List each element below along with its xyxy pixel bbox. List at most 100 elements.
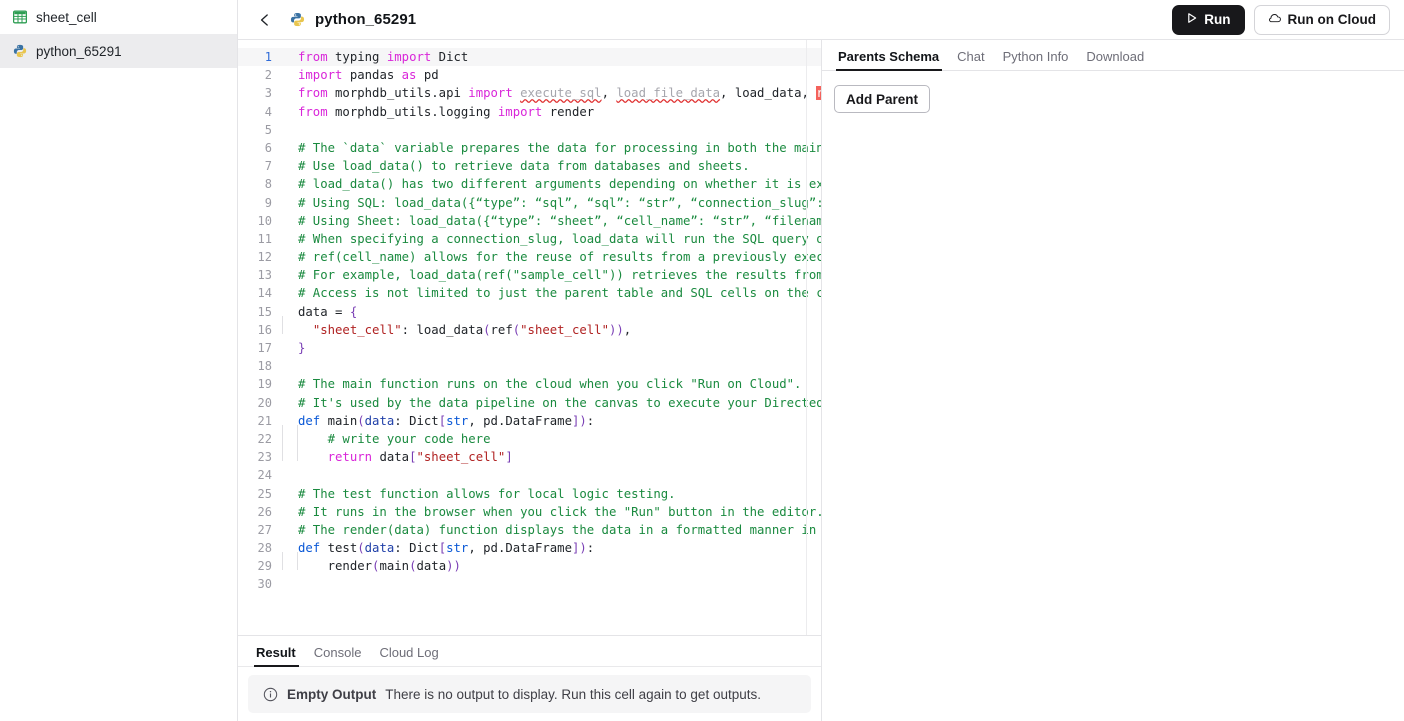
code-token: # It's used by the data pipeline on the … bbox=[298, 395, 821, 410]
sidebar: sheet_cell python_65291 bbox=[0, 0, 238, 721]
line-number: 22 bbox=[257, 431, 272, 446]
code-text: # It's used by the data pipeline on the … bbox=[282, 394, 821, 412]
line-number: 13 bbox=[257, 268, 272, 283]
code-line[interactable]: 1 from typing import Dict bbox=[238, 48, 821, 67]
code-token: # The main function runs on the cloud wh… bbox=[298, 377, 802, 392]
code-token: main bbox=[327, 413, 358, 428]
page-title: python_65291 bbox=[315, 11, 417, 28]
code-line[interactable]: 20 # It's used by the data pipeline on th… bbox=[238, 394, 821, 412]
code-line[interactable]: 21 def main(data: Dict[str, pd.DataFrame]… bbox=[238, 412, 821, 430]
code-text: # write your code here bbox=[282, 424, 821, 448]
run-on-cloud-button[interactable]: Run on Cloud bbox=[1253, 4, 1390, 35]
code-token: ( bbox=[357, 413, 365, 428]
code-editor[interactable]: 1 from typing import Dict 2 import pandas a… bbox=[238, 40, 821, 635]
code-line[interactable]: 7 # Use load_data() to retrieve data from… bbox=[238, 157, 821, 175]
code-token: # It runs in the browser when you click … bbox=[298, 504, 821, 519]
line-number: 26 bbox=[257, 504, 272, 519]
code-token: [ bbox=[438, 413, 447, 428]
sidebar-item-label: python_65291 bbox=[36, 43, 122, 59]
code-token: as bbox=[401, 68, 417, 83]
code-line[interactable]: 27 # The render(data) function displays t… bbox=[238, 521, 821, 539]
line-number: 19 bbox=[257, 377, 272, 392]
code-line[interactable]: 9 # Using SQL: load_data({“type”: “sql”, … bbox=[238, 194, 821, 212]
run-button[interactable]: Run bbox=[1172, 4, 1245, 35]
code-line[interactable]: 6 # The `data` variable prepares the data… bbox=[238, 139, 821, 157]
tab-result[interactable]: Result bbox=[252, 646, 305, 667]
line-number: 12 bbox=[257, 250, 272, 265]
code-line[interactable]: 3 from morphdb_utils.api import execute_s… bbox=[238, 84, 821, 102]
code-line[interactable]: 10 # Using Sheet: load_data({“type”: “she… bbox=[238, 212, 821, 230]
code-line[interactable]: 17} bbox=[238, 339, 821, 357]
code-token: ( bbox=[357, 541, 365, 556]
code-token: ) bbox=[579, 541, 587, 556]
code-line[interactable]: 4 from morphdb_utils.logging import rende… bbox=[238, 103, 821, 121]
line-number: 1 bbox=[264, 50, 272, 64]
code-line[interactable]: 5 bbox=[238, 121, 821, 139]
sidebar-item-sheet-cell[interactable]: sheet_cell bbox=[0, 0, 237, 34]
code-line[interactable]: 25 # The test function allows for local l… bbox=[238, 485, 821, 503]
code-token: # Use load_data() to retrieve data from … bbox=[298, 159, 750, 174]
code-token: execute_sql bbox=[520, 86, 602, 101]
sidebar-item-label: sheet_cell bbox=[36, 9, 97, 25]
code-token: def bbox=[298, 541, 321, 556]
code-line[interactable]: 30 bbox=[238, 575, 821, 593]
code-line[interactable]: 15 data = { bbox=[238, 303, 821, 321]
add-parent-button[interactable]: Add Parent bbox=[834, 85, 931, 113]
tab-parents-schema[interactable]: Parents Schema bbox=[834, 50, 948, 71]
code-token: # When specifying a connection_slug, loa… bbox=[298, 231, 821, 246]
code-line[interactable]: 22 # write your code here bbox=[238, 424, 821, 448]
code-token: data bbox=[416, 559, 447, 574]
code-token: ) bbox=[579, 413, 587, 428]
code-line[interactable]: 11 # When specifying a connection_slug, l… bbox=[238, 230, 821, 248]
code-token: import bbox=[468, 86, 513, 101]
code-token: : bbox=[401, 322, 417, 337]
line-number: 3 bbox=[264, 86, 272, 101]
code-token: from bbox=[298, 86, 328, 101]
tab-download[interactable]: Download bbox=[1077, 50, 1153, 70]
code-token: : bbox=[586, 541, 595, 556]
tab-chat[interactable]: Chat bbox=[948, 50, 993, 70]
cloud-icon bbox=[1268, 12, 1282, 27]
editor-ruler bbox=[806, 40, 807, 635]
code-text: } bbox=[282, 339, 821, 357]
line-number: 7 bbox=[264, 159, 272, 174]
code-token: data bbox=[364, 541, 395, 556]
code-line[interactable]: 29 render(main(data)) bbox=[238, 552, 821, 575]
code-line[interactable]: 16 "sheet_cell": load_data(ref("sheet_ce… bbox=[238, 315, 821, 339]
result-tabs: Result Console Cloud Log bbox=[238, 636, 821, 667]
code-token: { bbox=[349, 304, 358, 319]
line-number: 10 bbox=[257, 213, 272, 228]
code-line[interactable]: 12 # ref(cell_name) allows for the reuse … bbox=[238, 248, 821, 266]
code-token: load_data bbox=[416, 322, 484, 337]
code-line[interactable]: 19 # The main function runs on the cloud … bbox=[238, 375, 821, 393]
right-panel-body: Add Parent bbox=[822, 71, 1404, 721]
sidebar-item-python-65291[interactable]: python_65291 bbox=[0, 34, 237, 68]
code-text: import pandas as pd bbox=[282, 66, 821, 84]
run-button-label: Run bbox=[1204, 12, 1231, 27]
run-on-cloud-label: Run on Cloud bbox=[1287, 12, 1376, 27]
document-title-group: python_65291 bbox=[290, 11, 416, 28]
code-line[interactable]: 24 bbox=[238, 466, 821, 484]
tab-console[interactable]: Console bbox=[305, 646, 371, 666]
tab-python-info[interactable]: Python Info bbox=[994, 50, 1078, 70]
code-token: main bbox=[379, 559, 410, 574]
code-text: # It runs in the browser when you click … bbox=[282, 503, 821, 521]
code-line[interactable]: 13 # For example, load_data(ref("sample_c… bbox=[238, 266, 821, 284]
empty-output-banner: Empty Output There is no output to displ… bbox=[248, 675, 811, 713]
code-token: , load_data, bbox=[720, 86, 817, 101]
code-line[interactable]: 26 # It runs in the browser when you clic… bbox=[238, 503, 821, 521]
code-line[interactable]: 28 def test(data: Dict[str, pd.DataFrame]… bbox=[238, 539, 821, 557]
tab-cloud-log[interactable]: Cloud Log bbox=[370, 646, 447, 666]
code-token: ref bbox=[490, 322, 513, 337]
body-split: 1 from typing import Dict 2 import pandas a… bbox=[238, 40, 1404, 721]
code-line[interactable]: 18 bbox=[238, 357, 821, 375]
code-line[interactable]: 23 return data["sheet_cell"] bbox=[238, 443, 821, 466]
line-number: 4 bbox=[264, 104, 272, 119]
code-line[interactable]: 8 # load_data() has two different argumen… bbox=[238, 175, 821, 193]
code-line[interactable]: 2 import pandas as pd bbox=[238, 66, 821, 84]
back-arrow-icon[interactable] bbox=[254, 9, 276, 31]
code-line[interactable]: 14 # Access is not limited to just the pa… bbox=[238, 284, 821, 302]
code-token: } bbox=[298, 341, 306, 355]
editor-column: 1 from typing import Dict 2 import pandas a… bbox=[238, 40, 822, 721]
